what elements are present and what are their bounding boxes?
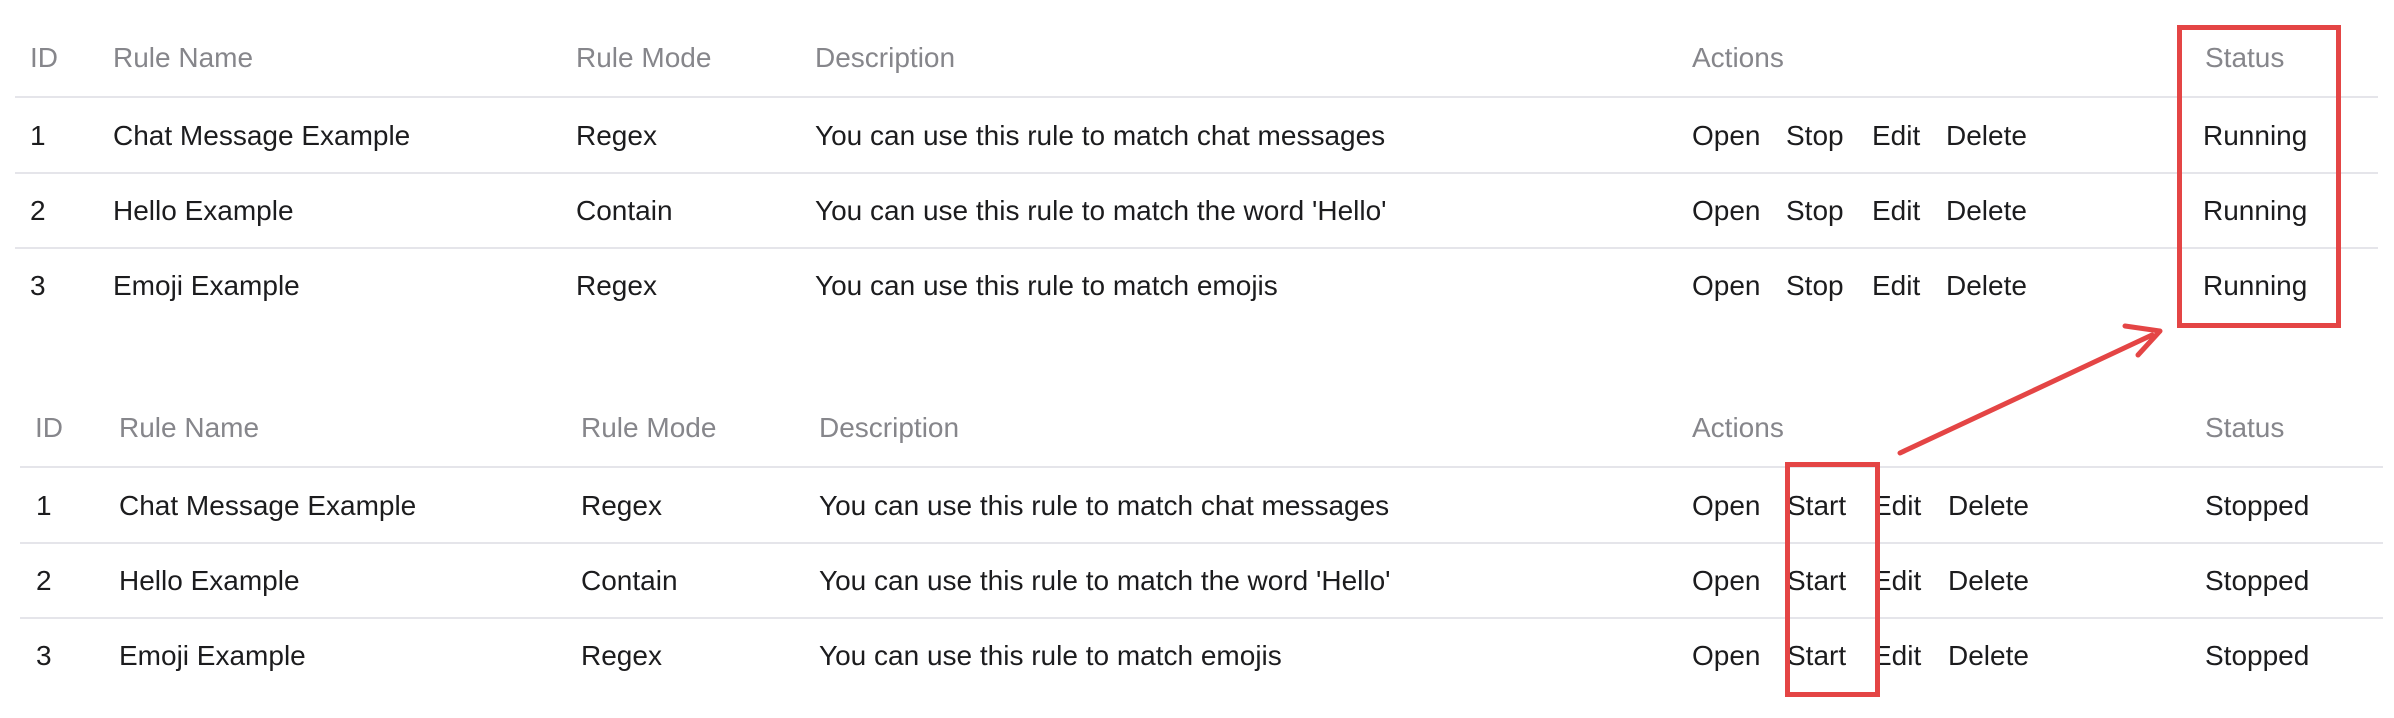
header-status: Status (2205, 412, 2285, 443)
cell-rule-mode: Regex (581, 640, 662, 671)
table-row: 1 Chat Message Example Regex You can use… (0, 468, 2394, 543)
cell-id: 1 (30, 120, 46, 151)
delete-link[interactable]: Delete (1946, 98, 2027, 173)
cell-description: You can use this rule to match chat mess… (819, 490, 1390, 521)
header-rule-name: Rule Name (119, 412, 260, 443)
cell-description: You can use this rule to match chat mess… (815, 120, 1386, 151)
status-text: Stopped (2205, 565, 2310, 596)
status-text: Stopped (2205, 640, 2310, 671)
open-link[interactable]: Open (1692, 248, 1761, 323)
open-link[interactable]: Open (1692, 173, 1761, 248)
stop-link[interactable]: Stop (1786, 173, 1844, 248)
status-text: Stopped (2205, 490, 2310, 521)
delete-link[interactable]: Delete (1946, 173, 2027, 248)
open-link[interactable]: Open (1692, 98, 1761, 173)
delete-link[interactable]: Delete (1946, 248, 2027, 323)
header-description: Description (815, 42, 956, 73)
cell-id: 2 (36, 565, 52, 596)
edit-link[interactable]: Edit (1872, 98, 1920, 173)
header-rule-name: Rule Name (113, 42, 254, 73)
delete-link[interactable]: Delete (1948, 543, 2029, 618)
cell-id: 2 (30, 195, 46, 226)
cell-rule-mode: Regex (581, 490, 662, 521)
status-column-highlight-box (2177, 25, 2341, 328)
cell-rule-mode: Regex (576, 120, 657, 151)
table-row: 2 Hello Example Contain You can use this… (0, 173, 2394, 248)
cell-id: 3 (36, 640, 52, 671)
cell-id: 1 (36, 490, 52, 521)
header-description: Description (819, 412, 960, 443)
stop-link[interactable]: Stop (1786, 248, 1844, 323)
header-id: ID (30, 42, 58, 73)
header-actions: Actions (1692, 42, 1784, 73)
cell-description: You can use this rule to match the word … (815, 195, 1387, 226)
table-header: ID Rule Name Rule Mode Description Actio… (0, 20, 2394, 95)
open-link[interactable]: Open (1692, 618, 1761, 693)
header-rule-mode: Rule Mode (576, 42, 712, 73)
stop-link[interactable]: Stop (1786, 98, 1844, 173)
table-row: 3 Emoji Example Regex You can use this r… (0, 618, 2394, 693)
header-id: ID (35, 412, 63, 443)
cell-description: You can use this rule to match emojis (815, 270, 1278, 301)
edit-link[interactable]: Edit (1873, 468, 1921, 543)
open-link[interactable]: Open (1692, 468, 1761, 543)
cell-rule-mode: Contain (581, 565, 678, 596)
header-actions: Actions (1692, 412, 1784, 443)
delete-link[interactable]: Delete (1948, 618, 2029, 693)
cell-description: You can use this rule to match emojis (819, 640, 1282, 671)
cell-id: 3 (30, 270, 46, 301)
cell-rule-mode: Contain (576, 195, 673, 226)
cell-rule-name: Chat Message Example (113, 120, 411, 151)
start-column-highlight-box (1785, 462, 1880, 697)
cell-rule-name: Emoji Example (113, 270, 300, 301)
open-link[interactable]: Open (1692, 543, 1761, 618)
edit-link[interactable]: Edit (1873, 543, 1921, 618)
header-rule-mode: Rule Mode (581, 412, 717, 443)
table-header: ID Rule Name Rule Mode Description Actio… (0, 390, 2394, 465)
table-row: 2 Hello Example Contain You can use this… (0, 543, 2394, 618)
table-row: 3 Emoji Example Regex You can use this r… (0, 248, 2394, 323)
cell-rule-name: Chat Message Example (119, 490, 417, 521)
cell-rule-name: Hello Example (113, 195, 294, 226)
cell-description: You can use this rule to match the word … (819, 565, 1391, 596)
delete-link[interactable]: Delete (1948, 468, 2029, 543)
edit-link[interactable]: Edit (1872, 248, 1920, 323)
cell-rule-name: Hello Example (119, 565, 300, 596)
edit-link[interactable]: Edit (1872, 173, 1920, 248)
cell-rule-mode: Regex (576, 270, 657, 301)
cell-rule-name: Emoji Example (119, 640, 306, 671)
edit-link[interactable]: Edit (1873, 618, 1921, 693)
table-row: 1 Chat Message Example Regex You can use… (0, 98, 2394, 173)
